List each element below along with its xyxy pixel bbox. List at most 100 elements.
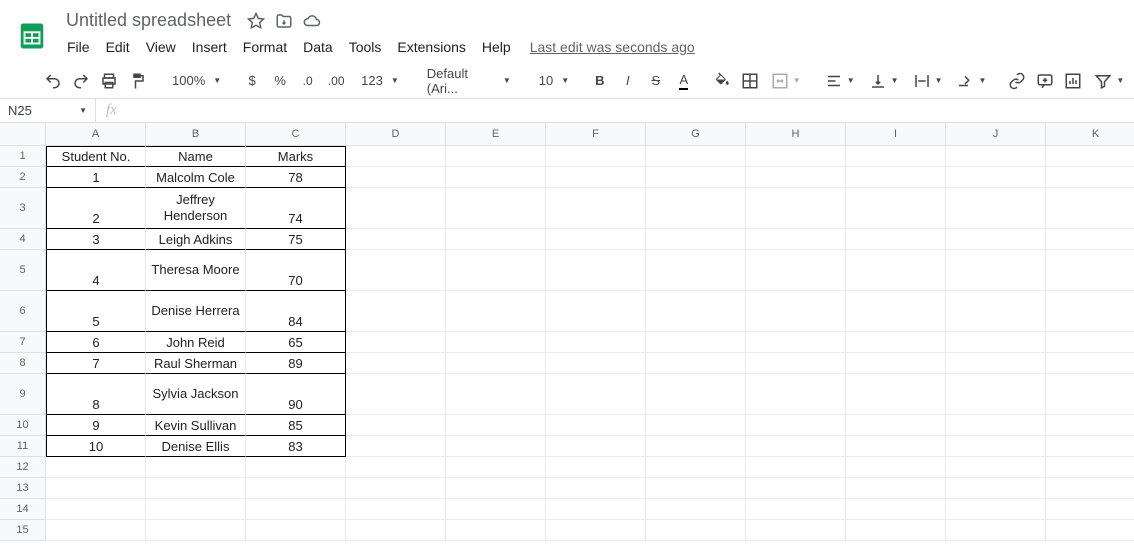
insert-chart-button[interactable] <box>1060 68 1086 94</box>
cell[interactable] <box>446 291 546 332</box>
filter-button[interactable]: ▼ <box>1088 68 1130 94</box>
cell[interactable] <box>1046 291 1134 332</box>
cell[interactable] <box>846 415 946 436</box>
row-header[interactable]: 7 <box>0 332 46 353</box>
cell[interactable]: 75 <box>246 229 346 250</box>
column-header[interactable]: C <box>246 123 346 146</box>
horizontal-align-button[interactable]: ▼ <box>819 68 861 94</box>
row-header[interactable]: 3 <box>0 188 46 229</box>
menu-insert[interactable]: Insert <box>185 35 234 59</box>
cell[interactable] <box>846 229 946 250</box>
cell[interactable] <box>546 332 646 353</box>
menu-file[interactable]: File <box>60 35 97 59</box>
menu-extensions[interactable]: Extensions <box>390 35 472 59</box>
cell[interactable] <box>746 499 846 520</box>
cell[interactable] <box>946 353 1046 374</box>
menu-help[interactable]: Help <box>475 35 518 59</box>
cell[interactable] <box>846 374 946 415</box>
print-button[interactable] <box>96 68 122 94</box>
cell[interactable] <box>746 229 846 250</box>
cell[interactable] <box>346 146 446 167</box>
cell[interactable] <box>1046 188 1134 229</box>
cell[interactable] <box>846 146 946 167</box>
cell[interactable]: 78 <box>246 167 346 188</box>
cell[interactable] <box>546 499 646 520</box>
cell[interactable] <box>846 353 946 374</box>
row-header[interactable]: 9 <box>0 374 46 415</box>
cell[interactable] <box>646 353 746 374</box>
vertical-align-button[interactable]: ▼ <box>863 68 905 94</box>
cell[interactable] <box>746 146 846 167</box>
cell[interactable] <box>346 332 446 353</box>
row-header[interactable]: 6 <box>0 291 46 332</box>
cell[interactable]: 3 <box>46 229 146 250</box>
cell[interactable] <box>346 250 446 291</box>
cell[interactable] <box>446 332 546 353</box>
column-header[interactable]: K <box>1046 123 1134 146</box>
cell[interactable]: 90 <box>246 374 346 415</box>
cell[interactable]: Student No. <box>46 146 146 167</box>
cell[interactable] <box>1046 229 1134 250</box>
cell[interactable] <box>946 436 1046 457</box>
cell[interactable] <box>346 499 446 520</box>
cell[interactable]: 4 <box>46 250 146 291</box>
column-header[interactable]: I <box>846 123 946 146</box>
cell[interactable] <box>846 250 946 291</box>
row-header[interactable]: 11 <box>0 436 46 457</box>
cell[interactable] <box>546 353 646 374</box>
cell[interactable] <box>446 415 546 436</box>
cell[interactable] <box>646 415 746 436</box>
more-formats-button[interactable]: 123▼ <box>351 68 405 94</box>
cell[interactable] <box>946 146 1046 167</box>
menu-view[interactable]: View <box>139 35 183 59</box>
cell[interactable]: 1 <box>46 167 146 188</box>
star-icon[interactable] <box>247 12 265 30</box>
borders-button[interactable] <box>737 68 763 94</box>
cell[interactable] <box>46 499 146 520</box>
menu-edit[interactable]: Edit <box>99 35 137 59</box>
cell[interactable] <box>1046 167 1134 188</box>
cell[interactable] <box>946 188 1046 229</box>
column-header[interactable]: A <box>46 123 146 146</box>
cell[interactable] <box>446 250 546 291</box>
move-icon[interactable] <box>275 12 293 30</box>
cell[interactable] <box>446 229 546 250</box>
cell[interactable] <box>446 353 546 374</box>
cell[interactable] <box>946 250 1046 291</box>
cell[interactable] <box>346 478 446 499</box>
cell[interactable] <box>746 332 846 353</box>
row-header[interactable]: 4 <box>0 229 46 250</box>
cell[interactable] <box>346 457 446 478</box>
cell[interactable] <box>746 436 846 457</box>
cell[interactable] <box>246 499 346 520</box>
format-percent-button[interactable]: % <box>267 68 293 94</box>
cell[interactable] <box>1046 457 1134 478</box>
cell[interactable] <box>346 374 446 415</box>
cell[interactable]: 89 <box>246 353 346 374</box>
menu-tools[interactable]: Tools <box>342 35 389 59</box>
last-edit-link[interactable]: Last edit was seconds ago <box>530 39 695 55</box>
cell[interactable] <box>1046 520 1134 541</box>
cell[interactable]: 8 <box>46 374 146 415</box>
cell[interactable] <box>746 478 846 499</box>
cell[interactable] <box>646 436 746 457</box>
cell[interactable] <box>946 499 1046 520</box>
cell[interactable] <box>346 229 446 250</box>
cell[interactable] <box>346 415 446 436</box>
column-header[interactable]: J <box>946 123 1046 146</box>
cell[interactable] <box>646 146 746 167</box>
menu-data[interactable]: Data <box>296 35 340 59</box>
redo-button[interactable] <box>68 68 94 94</box>
cell[interactable] <box>546 436 646 457</box>
cell[interactable] <box>546 291 646 332</box>
insert-link-button[interactable] <box>1004 68 1030 94</box>
cell[interactable] <box>746 353 846 374</box>
cell[interactable]: 65 <box>246 332 346 353</box>
cell[interactable] <box>346 436 446 457</box>
cell[interactable] <box>146 520 246 541</box>
cell[interactable] <box>746 167 846 188</box>
increase-decimal-button[interactable]: .00 <box>323 68 349 94</box>
cell[interactable] <box>946 332 1046 353</box>
undo-button[interactable] <box>40 68 66 94</box>
cloud-icon[interactable] <box>303 12 321 30</box>
